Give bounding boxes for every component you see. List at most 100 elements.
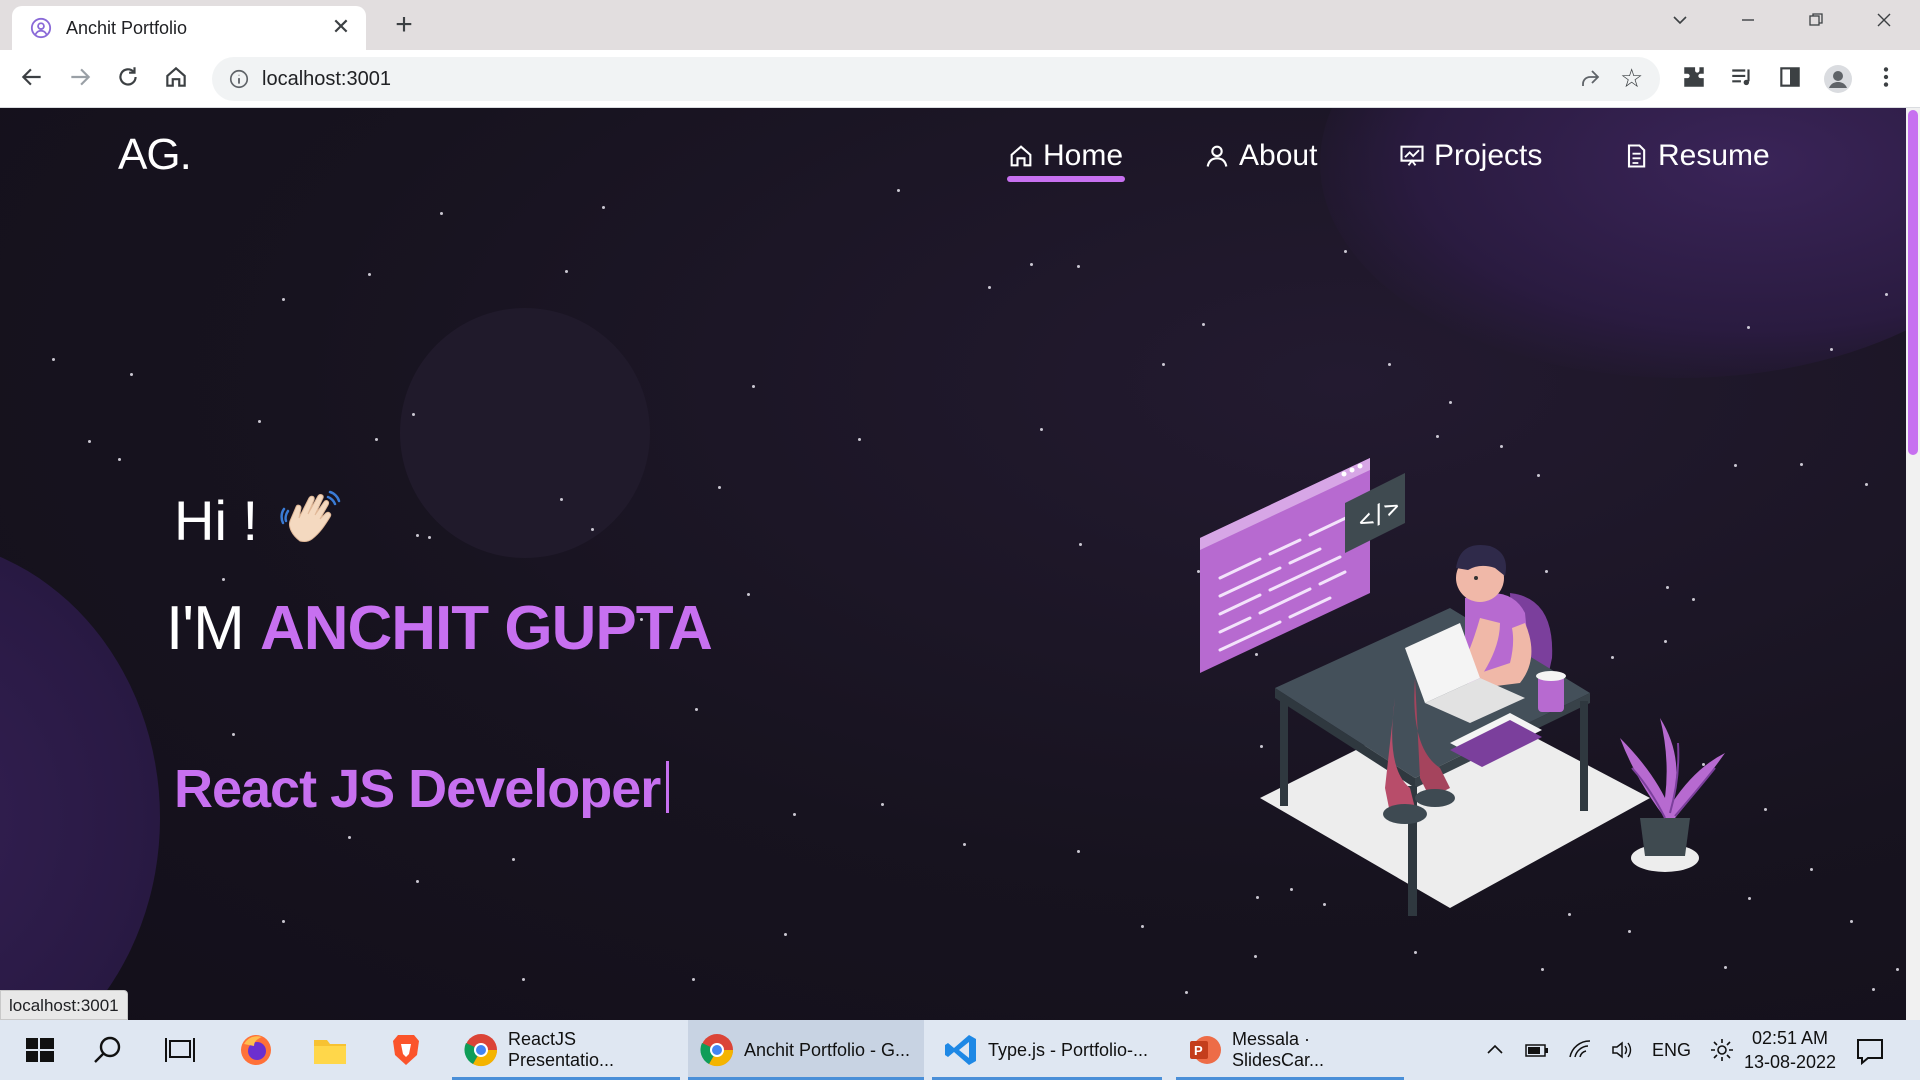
task-view-icon[interactable] [160,1030,200,1070]
battery-icon[interactable] [1524,1039,1550,1061]
star [416,880,419,883]
star [1748,897,1751,900]
star [222,578,225,581]
star [881,803,884,806]
star [512,858,515,861]
reload-icon[interactable] [112,64,144,96]
taskbar-app-powerpoint[interactable]: P Messala · SlidesCar... [1176,1020,1404,1080]
nav-label: Projects [1434,139,1543,172]
forward-arrow-icon[interactable] [64,64,96,96]
star [1865,483,1868,486]
taskbar-app-vscode[interactable]: Type.js - Portfolio-... [932,1020,1162,1080]
file-explorer-icon[interactable] [310,1030,350,1070]
chrome-icon [700,1034,734,1067]
star [52,358,55,361]
back-arrow-icon[interactable] [16,64,48,96]
star [130,373,133,376]
taskbar-app-label: Type.js - Portfolio-... [988,1039,1149,1060]
address-bar[interactable]: localhost:3001 ☆ [212,57,1660,101]
nav-projects[interactable]: Projects [1398,136,1542,176]
side-panel-icon[interactable] [1774,64,1806,96]
notification-center-icon[interactable] [1850,1030,1890,1070]
firefox-icon[interactable] [236,1030,276,1070]
typing-cursor [666,761,670,813]
star [1764,808,1767,811]
scrollbar-thumb[interactable] [1908,110,1918,455]
role-text: React JS Developer [174,759,661,819]
star [1202,323,1205,326]
minimize-icon[interactable] [1728,8,1768,38]
site-info-icon[interactable] [228,68,250,90]
star [692,978,695,981]
taskbar-app-label: Messala · SlidesCar... [1232,1029,1325,1070]
settings-gear-icon[interactable] [1709,1037,1735,1063]
wifi-icon[interactable] [1568,1039,1592,1061]
greeting: Hi ! [174,488,344,553]
taskbar-app-reactjs-presentation[interactable]: ReactJS Presentatio... [452,1020,680,1080]
powerpoint-icon: P [1190,1036,1221,1064]
star [258,420,261,423]
star [1079,543,1082,546]
restore-icon[interactable] [1796,8,1836,38]
star [1896,968,1899,971]
media-control-icon[interactable] [1726,64,1758,96]
developer-illustration: </> [1200,458,1725,916]
star [1872,988,1875,991]
extensions-puzzle-icon[interactable] [1678,64,1710,96]
taskbar-clock[interactable]: 02:51 AM 13-08-2022 [1740,1026,1840,1074]
chevron-up-icon[interactable] [1484,1039,1506,1061]
portfolio-page: AG. Home About Projects Resume Hi ! I'M … [0,108,1920,1020]
user-icon [1206,145,1228,167]
star [718,486,721,489]
new-tab-button[interactable]: + [388,10,420,42]
browser-tab-bar: Anchit Portfolio ✕ + [0,0,1920,50]
taskbar-app-label: Anchit Portfolio - G... [744,1039,911,1060]
waving-hand-icon [280,490,341,542]
star [560,498,563,501]
active-nav-underline [1007,176,1125,182]
language-indicator[interactable]: ENG [1652,1040,1691,1061]
nav-about[interactable]: About [1203,136,1317,176]
taskbar-app-anchit-portfolio[interactable]: Anchit Portfolio - G... [688,1020,924,1080]
search-icon[interactable] [88,1030,128,1070]
star [522,978,525,981]
tab-search-chevron-icon[interactable] [1660,8,1700,38]
page-scrollbar[interactable] [1906,108,1920,1020]
star [1810,868,1813,871]
star [1830,348,1833,351]
chrome-icon [464,1034,498,1067]
url-text[interactable]: localhost:3001 [262,68,391,91]
tab-close-icon[interactable]: ✕ [328,14,354,40]
share-icon[interactable] [1578,67,1602,91]
nav-home[interactable]: Home [1007,136,1123,176]
svg-text:P: P [1194,1043,1203,1058]
kebab-menu-icon[interactable] [1870,64,1902,96]
intro-heading: I'M ANCHIT GUPTA [166,593,713,664]
home-button-icon[interactable] [160,64,192,96]
nav-resume[interactable]: Resume [1622,136,1770,176]
star [858,438,861,441]
star [1077,850,1080,853]
system-tray: ENG [1484,1020,1735,1080]
nav-label: About [1239,139,1318,172]
star [1388,363,1391,366]
brave-icon[interactable] [386,1030,426,1070]
star [428,536,431,539]
profile-avatar-icon[interactable] [1822,64,1854,96]
star [412,413,415,416]
star [1747,326,1750,329]
star [1162,363,1165,366]
volume-icon[interactable] [1610,1039,1634,1061]
developer-name: ANCHIT GUPTA [259,594,713,663]
taskbar-app-label: ReactJS Presentatio... [508,1029,615,1070]
browser-tab[interactable]: Anchit Portfolio ✕ [12,6,366,50]
star [1800,463,1803,466]
close-window-icon[interactable] [1864,8,1904,38]
windows-start-icon[interactable] [20,1030,60,1070]
star [695,708,698,711]
bookmark-star-icon[interactable]: ☆ [1620,65,1646,91]
typewriter-role: React JS Developer [174,758,670,820]
star [784,933,787,936]
site-logo[interactable]: AG. [118,130,192,180]
home-icon [1010,145,1032,167]
